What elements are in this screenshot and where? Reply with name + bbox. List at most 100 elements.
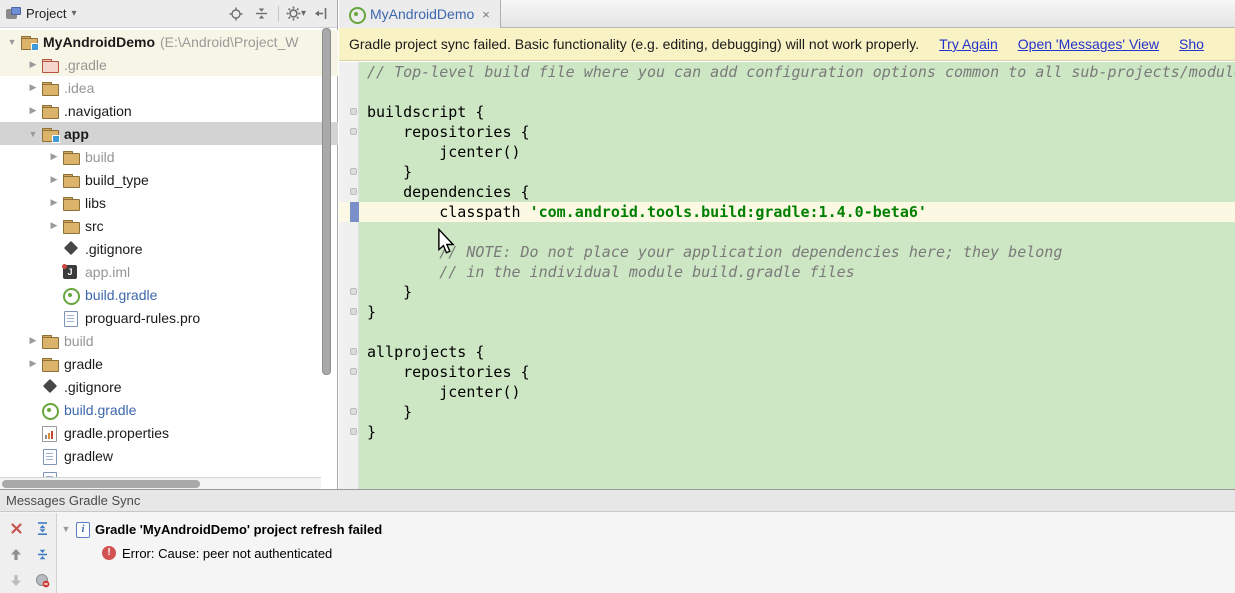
message-node-row[interactable]: ▼ Gradle 'MyAndroidDemo' project refresh… bbox=[58, 518, 1235, 540]
horizontal-scrollbar-thumb[interactable] bbox=[2, 480, 200, 488]
code-line[interactable] bbox=[359, 222, 1235, 242]
code-line[interactable]: } bbox=[359, 282, 1235, 302]
code-line[interactable]: dependencies { bbox=[359, 182, 1235, 202]
code-line[interactable]: allprojects { bbox=[359, 342, 1235, 362]
code-line[interactable]: jcenter() bbox=[359, 142, 1235, 162]
code-line[interactable]: // Top-level build file where you can ad… bbox=[359, 62, 1235, 82]
expander-right-icon[interactable]: ▶ bbox=[25, 358, 41, 369]
tree-row-build-gradle[interactable]: build.gradle bbox=[0, 398, 338, 421]
tree-row--gradle[interactable]: ▶ .gradle bbox=[0, 53, 338, 76]
code-line[interactable]: buildscript { bbox=[359, 102, 1235, 122]
expand-all-button[interactable] bbox=[30, 516, 54, 540]
code-line[interactable]: classpath 'com.android.tools.build:gradl… bbox=[359, 202, 1235, 222]
tree-row-build[interactable]: ▶ build bbox=[0, 329, 338, 352]
messages-panel-title: Messages Gradle Sync bbox=[0, 490, 1235, 512]
expander-right-icon[interactable]: ▶ bbox=[25, 82, 41, 93]
tree-horizontal-scrollbar[interactable] bbox=[0, 477, 321, 489]
tree-row-gradlew[interactable]: gradlew bbox=[0, 444, 338, 467]
gutter-cell bbox=[339, 102, 358, 122]
code-line[interactable]: } bbox=[359, 302, 1235, 322]
tree-row-gradle[interactable]: ▶ gradle bbox=[0, 352, 338, 375]
expander-right-icon[interactable]: ▶ bbox=[46, 174, 62, 185]
fold-marker-icon[interactable] bbox=[350, 368, 357, 375]
code-line[interactable]: repositories { bbox=[359, 362, 1235, 382]
code-line[interactable] bbox=[359, 322, 1235, 342]
expander-right-icon[interactable]: ▶ bbox=[46, 151, 62, 162]
tab-close-icon[interactable]: × bbox=[482, 7, 490, 22]
collapse-all-messages-button[interactable] bbox=[30, 542, 54, 566]
tree-row-proguard-rules-pro[interactable]: proguard-rules.pro bbox=[0, 306, 338, 329]
banner-link-sho[interactable]: Sho bbox=[1179, 36, 1204, 52]
tree-row-partial[interactable] bbox=[0, 467, 338, 477]
expander-right-icon[interactable]: ▶ bbox=[25, 59, 41, 70]
hide-panel-button[interactable] bbox=[311, 4, 331, 24]
fold-marker-icon[interactable] bbox=[350, 108, 357, 115]
tree-row-build-gradle[interactable]: build.gradle bbox=[0, 283, 338, 306]
code-token: // Top-level build file where you can ad… bbox=[367, 63, 1235, 81]
banner-link-try-again[interactable]: Try Again bbox=[939, 36, 998, 52]
locate-file-button[interactable] bbox=[226, 4, 246, 24]
tree-row--gitignore[interactable]: .gitignore bbox=[0, 237, 338, 260]
tab-myandroiddemo[interactable]: MyAndroidDemo × bbox=[339, 0, 501, 28]
settings-button[interactable]: ▾ bbox=[286, 4, 306, 24]
fold-marker-icon[interactable] bbox=[350, 308, 357, 315]
vertical-scrollbar-thumb[interactable] bbox=[322, 28, 331, 375]
close-messages-button[interactable] bbox=[4, 516, 28, 540]
chevron-down-icon[interactable]: ▾ bbox=[71, 8, 76, 19]
tree-item-label: .gitignore bbox=[85, 240, 143, 257]
folder-project-icon bbox=[20, 34, 39, 51]
tree-row-gradle-properties[interactable]: gradle.properties bbox=[0, 421, 338, 444]
gutter-cell bbox=[339, 162, 358, 182]
tree-row--gitignore[interactable]: .gitignore bbox=[0, 375, 338, 398]
code-line[interactable]: } bbox=[359, 162, 1235, 182]
expander-down-icon[interactable]: ▼ bbox=[58, 524, 74, 534]
help-button[interactable] bbox=[30, 568, 54, 592]
fold-marker-icon[interactable] bbox=[350, 348, 357, 355]
tree-vertical-scrollbar[interactable] bbox=[322, 28, 331, 477]
code-line[interactable]: repositories { bbox=[359, 122, 1235, 142]
collapse-all-button[interactable] bbox=[251, 4, 271, 24]
expander-right-icon[interactable]: ▶ bbox=[25, 335, 41, 346]
tree-row-build[interactable]: ▶ build bbox=[0, 145, 338, 168]
tree-row--idea[interactable]: ▶ .idea bbox=[0, 76, 338, 99]
expander-down-icon[interactable]: ▼ bbox=[25, 129, 41, 139]
tree-row-myandroiddemo[interactable]: ▼ MyAndroidDemo (E:\Android\Project_W bbox=[0, 30, 338, 53]
gutter-cell bbox=[339, 362, 358, 382]
tree-row-libs[interactable]: ▶ libs bbox=[0, 191, 338, 214]
tree-row--navigation[interactable]: ▶ .navigation bbox=[0, 99, 338, 122]
expander-down-icon[interactable]: ▼ bbox=[4, 37, 20, 47]
fold-marker-icon[interactable] bbox=[350, 288, 357, 295]
fold-marker-icon[interactable] bbox=[350, 188, 357, 195]
project-badge-icon bbox=[31, 42, 39, 51]
tree-row-app-iml[interactable]: app.iml bbox=[0, 260, 338, 283]
banner-link-open-messages-view[interactable]: Open 'Messages' View bbox=[1018, 36, 1159, 52]
tree-row-app[interactable]: ▼ app bbox=[0, 122, 338, 145]
props-icon bbox=[41, 425, 59, 442]
previous-message-button[interactable] bbox=[4, 542, 28, 566]
expander-right-icon[interactable]: ▶ bbox=[46, 197, 62, 208]
code-line[interactable]: } bbox=[359, 402, 1235, 422]
gutter-cell bbox=[339, 282, 358, 302]
fold-marker-icon[interactable] bbox=[350, 428, 357, 435]
code-line[interactable]: // in the individual module build.gradle… bbox=[359, 262, 1235, 282]
code-line[interactable]: // NOTE: Do not place your application d… bbox=[359, 242, 1235, 262]
fold-marker-icon[interactable] bbox=[350, 128, 357, 135]
expander-right-icon[interactable]: ▶ bbox=[46, 220, 62, 231]
error-message-row[interactable]: ! Error: Cause: peer not authenticated bbox=[102, 543, 1235, 563]
next-message-button[interactable] bbox=[4, 568, 28, 592]
code-line[interactable] bbox=[359, 82, 1235, 102]
project-view-selector[interactable]: Project bbox=[26, 6, 66, 21]
code-token: // NOTE: Do not place your application d… bbox=[367, 243, 1063, 261]
expander-right-icon[interactable]: ▶ bbox=[25, 105, 41, 116]
code-line[interactable]: } bbox=[359, 422, 1235, 442]
tree-row-build-type[interactable]: ▶ build_type bbox=[0, 168, 338, 191]
tree-item-label: app.iml bbox=[85, 263, 131, 280]
code-editor[interactable]: // Top-level build file where you can ad… bbox=[339, 62, 1235, 489]
fold-marker-icon[interactable] bbox=[350, 168, 357, 175]
tree-row-src[interactable]: ▶ src bbox=[0, 214, 338, 237]
code-area[interactable]: // Top-level build file where you can ad… bbox=[359, 62, 1235, 489]
code-line[interactable]: jcenter() bbox=[359, 382, 1235, 402]
fold-marker-icon[interactable] bbox=[350, 408, 357, 415]
tree-item-label: build bbox=[64, 332, 94, 349]
error-message-text: Error: Cause: peer not authenticated bbox=[122, 545, 333, 561]
